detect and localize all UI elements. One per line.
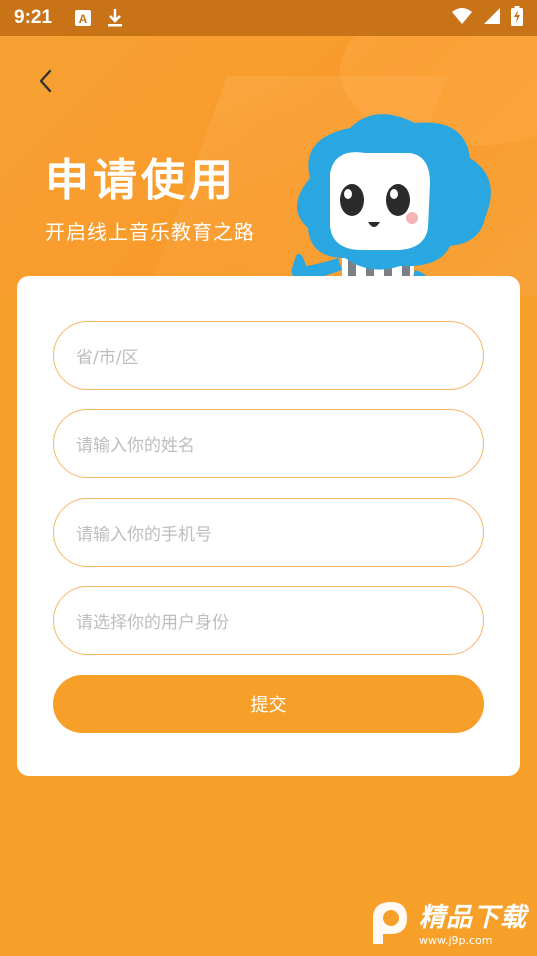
battery-charging-icon (511, 5, 523, 31)
signal-icon (483, 7, 501, 30)
watermark-title: 精品下载 (419, 903, 528, 933)
identity-placeholder: 请选择你的用户身份 (76, 613, 229, 633)
header-banner: 申请使用 开启线上音乐教育之路 (0, 36, 537, 296)
status-indicators (451, 5, 523, 31)
submit-label: 提交 (250, 695, 287, 716)
region-placeholder: 省/市/区 (76, 348, 139, 368)
page-title: 申请使用 (45, 155, 237, 206)
wifi-icon (451, 7, 473, 30)
application-form-card: 省/市/区 请输入你的姓名 请输入你的手机号 请选择你的用户身份 提交 (17, 276, 520, 776)
status-bar: 9:21 A (0, 0, 537, 36)
svg-text:A: A (79, 12, 88, 26)
watermark: 精品下载 www.j9p.com (363, 894, 531, 950)
region-picker-field[interactable]: 省/市/区 (53, 321, 484, 390)
status-time: 9:21 (14, 7, 53, 28)
chevron-left-icon (39, 69, 52, 93)
submit-button[interactable]: 提交 (53, 675, 484, 733)
identity-select-field[interactable]: 请选择你的用户身份 (53, 586, 484, 655)
mascot-illustration (291, 114, 491, 296)
download-icon (106, 8, 124, 28)
name-placeholder: 请输入你的姓名 (76, 436, 195, 456)
back-button[interactable] (30, 64, 60, 98)
page-subtitle: 开启线上音乐教育之路 (45, 220, 255, 244)
watermark-url: www.j9p.com (419, 934, 493, 947)
name-input[interactable]: 请输入你的姓名 (53, 409, 484, 478)
keyboard-a-icon: A (74, 9, 92, 27)
watermark-logo-icon (373, 902, 407, 944)
phone-placeholder: 请输入你的手机号 (76, 525, 212, 545)
phone-input[interactable]: 请输入你的手机号 (53, 498, 484, 567)
